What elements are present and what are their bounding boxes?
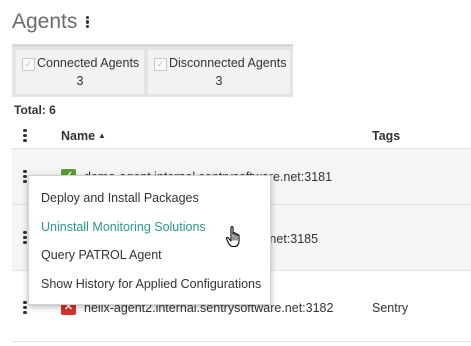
page-title-text: Agents: [12, 10, 78, 33]
table-header: Name ▲ Tags: [12, 124, 471, 149]
filter-connected-agents[interactable]: ✓ Connected Agents 3: [16, 50, 144, 94]
filter-label: Disconnected Agents: [169, 56, 287, 70]
filter-disconnected-agents[interactable]: ✓ Disconnected Agents 3: [148, 50, 290, 94]
row-actions-kebab-icon[interactable]: [23, 170, 27, 183]
column-header-tags[interactable]: Tags: [372, 129, 400, 143]
checkbox-icon[interactable]: ✓: [154, 58, 167, 71]
checkbox-icon[interactable]: ✓: [22, 58, 35, 71]
menu-item-deploy-install-packages[interactable]: Deploy and Install Packages: [41, 191, 199, 205]
hand-pointer-icon: [225, 226, 240, 248]
table-actions-kebab-icon[interactable]: [23, 129, 27, 142]
agent-tag: Sentry: [372, 301, 409, 315]
column-header-name-label: Name: [61, 129, 96, 143]
page-more-actions-kebab-icon[interactable]: [85, 15, 90, 29]
sort-up-icon: ▲: [98, 131, 106, 140]
row-actions-kebab-icon[interactable]: [23, 301, 27, 314]
menu-item-query-patrol-agent[interactable]: Query PATROL Agent: [41, 248, 162, 262]
filter-label: Connected Agents: [37, 56, 140, 70]
column-header-name[interactable]: Name ▲: [61, 129, 106, 143]
page-title: Agents: [12, 10, 90, 34]
filter-count: 3: [215, 74, 223, 88]
row-actions-kebab-icon[interactable]: [23, 231, 27, 244]
menu-item-show-history-applied-configurations[interactable]: Show History for Applied Configurations: [41, 277, 261, 291]
menu-item-uninstall-monitoring-solutions[interactable]: Uninstall Monitoring Solutions: [41, 220, 206, 234]
total-count: Total: 6: [14, 103, 56, 117]
filter-bar: ✓ Connected Agents 3 ✓ Disconnected Agen…: [12, 44, 293, 97]
filter-count: 3: [76, 74, 84, 88]
